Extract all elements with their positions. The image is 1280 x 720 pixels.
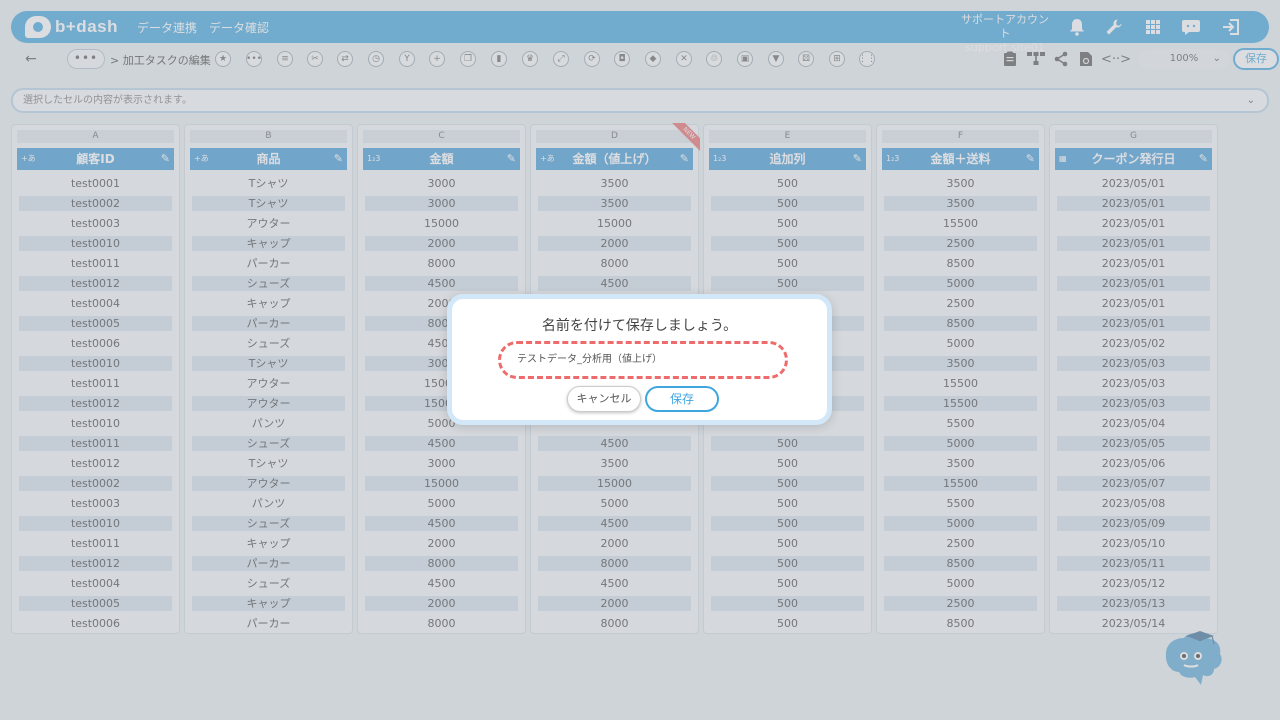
dialog-save-button[interactable]: 保存: [645, 386, 719, 412]
cancel-button[interactable]: キャンセル: [567, 386, 641, 412]
name-input[interactable]: テストデータ_分析用（値上げ）: [498, 341, 788, 379]
save-dialog: 名前を付けて保存しましょう。 テストデータ_分析用（値上げ） キャンセル 保存: [447, 294, 832, 425]
dialog-title: 名前を付けて保存しましょう。: [541, 318, 738, 334]
